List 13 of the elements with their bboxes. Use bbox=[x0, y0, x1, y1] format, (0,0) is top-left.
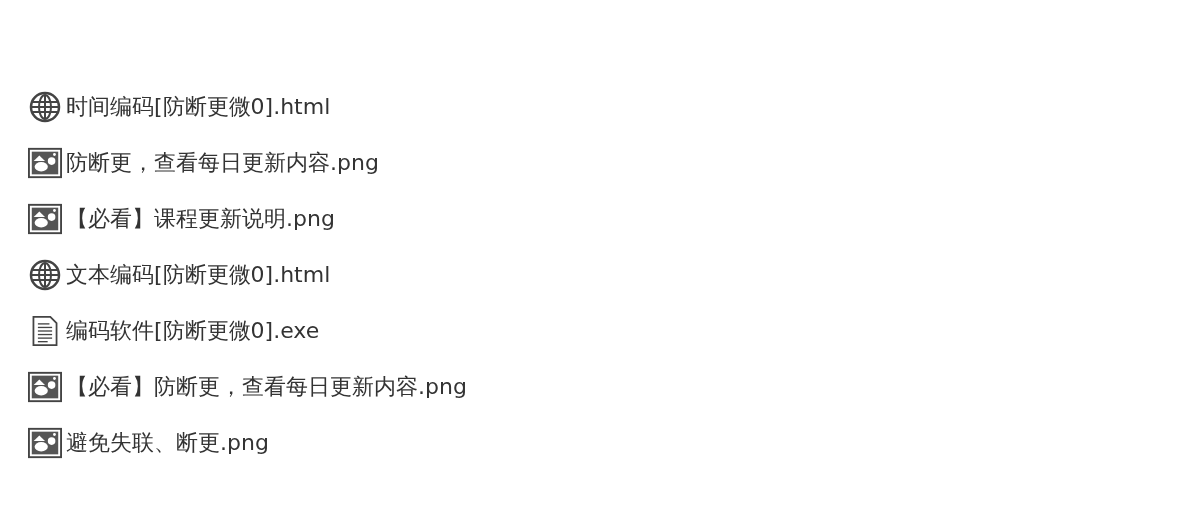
file-link[interactable]: 编码软件[防断更微0].exe bbox=[66, 316, 320, 346]
image-file-icon bbox=[28, 371, 62, 403]
file-link[interactable]: 文本编码[防断更微0].html bbox=[66, 260, 331, 290]
file-link[interactable]: 防断更，查看每日更新内容.png bbox=[66, 148, 379, 178]
globe-icon bbox=[28, 259, 62, 291]
image-file-icon bbox=[28, 203, 62, 235]
file-link[interactable]: 避免失联、断更.png bbox=[66, 428, 269, 458]
image-file-icon bbox=[28, 147, 62, 179]
globe-icon bbox=[28, 91, 62, 123]
file-link[interactable]: 【必看】课程更新说明.png bbox=[66, 204, 335, 234]
file-link[interactable]: 时间编码[防断更微0].html bbox=[66, 92, 331, 122]
image-file-icon bbox=[28, 427, 62, 459]
file-link[interactable]: 【必看】防断更，查看每日更新内容.png bbox=[66, 372, 467, 402]
